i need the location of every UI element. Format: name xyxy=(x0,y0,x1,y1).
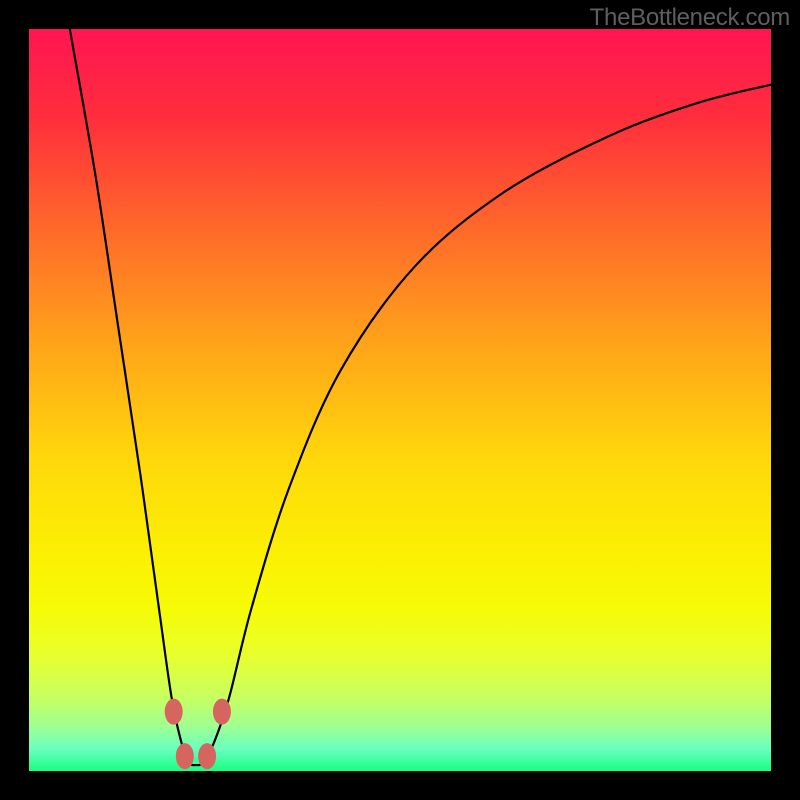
curve-marker xyxy=(176,743,194,769)
chart-plot-area xyxy=(29,29,771,771)
curve-marker xyxy=(213,699,231,725)
curve-marker xyxy=(198,743,216,769)
chart-frame: TheBottleneck.com xyxy=(0,0,800,800)
watermark-text: TheBottleneck.com xyxy=(590,4,790,32)
gradient-background xyxy=(29,29,771,771)
chart-svg xyxy=(29,29,771,771)
curve-marker xyxy=(165,699,183,725)
